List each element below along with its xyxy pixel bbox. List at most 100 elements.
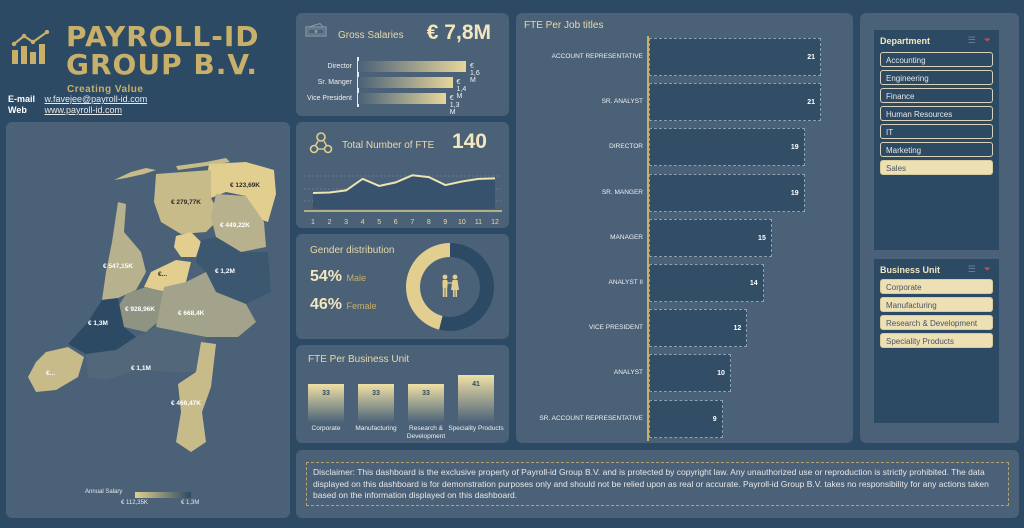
female-label: Female (346, 301, 377, 311)
business-unit-bar[interactable]: 41 (458, 375, 494, 423)
slicer-item[interactable]: Sales (880, 160, 993, 175)
department-slicer: Department ☰ ⏷ Accounting Engineering Finan… (874, 30, 999, 250)
male-label: Male (346, 273, 366, 283)
female-stat: 46% Female (310, 296, 377, 314)
map-label-zuid-holland: € 1,3M (88, 320, 108, 327)
slicer-item[interactable]: Manufacturing (880, 297, 993, 312)
web-label: Web (8, 105, 27, 115)
x-tick-label: 2 (328, 219, 332, 226)
business-unit-bar-value: 33 (372, 390, 380, 398)
email-link[interactable]: w.favejee@payroll-id.com (45, 94, 148, 104)
job-title-bar-value: 12 (733, 325, 742, 333)
map-label-noord-holland: € 547,15K (103, 263, 133, 270)
female-percentage: 46% (310, 296, 343, 313)
clear-filter-icon[interactable]: ⏷ (984, 264, 991, 274)
slicer-item[interactable]: Research & Development (880, 315, 993, 330)
total-fte-value: 140 (451, 130, 487, 153)
business-unit-bar[interactable]: 33 (408, 384, 444, 423)
job-title-label: SR. MANGER (601, 188, 643, 196)
job-title-bar[interactable]: 14 (649, 264, 764, 302)
job-title-bar[interactable]: 21 (649, 83, 821, 122)
business-unit-bar-value: 33 (322, 390, 330, 398)
business-unit-bar[interactable]: 33 (358, 384, 394, 423)
fte-business-unit-card: FTE Per Business Unit 33 Corporate 33 Manuf… (296, 345, 509, 443)
map-label-overijssel: € 1,2M (215, 268, 235, 275)
gross-salary-label: Sr. Manger (317, 79, 352, 86)
job-title-bar[interactable]: 10 (649, 354, 731, 393)
multi-select-icon[interactable]: ☰ (968, 264, 976, 274)
disclaimer-card: Disclaimer: This dashboard is the exclus… (296, 450, 1019, 518)
business-unit-bar-value: 41 (472, 381, 480, 388)
slicer-item[interactable]: Corporate (880, 279, 993, 294)
map-region-noord-holland (102, 202, 146, 300)
job-title-bar[interactable]: 12 (649, 309, 748, 348)
job-title-bar[interactable]: 21 (649, 38, 821, 76)
slicer-item[interactable]: Engineering (880, 70, 993, 85)
slicer-item[interactable]: Human Resources (880, 106, 993, 121)
slicer-item[interactable]: Finance (880, 88, 993, 103)
slicer-item[interactable]: IT (880, 124, 993, 139)
map-legend-max: € 1,3M (181, 500, 200, 506)
map-legend-gradient (135, 492, 191, 498)
gross-salary-label: Vice President (306, 95, 352, 102)
gross-salary-value: € 1,6 M (470, 63, 480, 84)
job-title-label: SR. ACCOUNT REPRESENTATIVE (539, 414, 643, 422)
map-region-zeeland (28, 347, 84, 392)
slicer-toolbar: ☰ ⏷ (968, 35, 991, 46)
gross-salary-value: € 1,3 M (449, 95, 460, 116)
x-tick-label: 3 (344, 219, 348, 226)
gross-salary-bar[interactable] (358, 61, 466, 72)
gross-salary-bar[interactable] (358, 77, 453, 88)
job-title-bar-value: 19 (790, 189, 799, 197)
company-logo: PAYROLL-ID GROUP B.V. Creating Value (8, 12, 293, 95)
map-label-groningen: € 123,69K (230, 182, 260, 189)
multi-select-icon[interactable]: ☰ (968, 35, 976, 45)
fte-trend-chart[interactable]: 1 2 3 4 5 6 7 8 9 10 11 12 (296, 166, 509, 228)
job-title-label: ACCOUNT REPRESENTATIVE (551, 53, 643, 60)
job-title-bar-value: 14 (749, 280, 758, 287)
chart-logo-icon (11, 30, 50, 64)
x-tick-label: 5 (377, 219, 381, 226)
job-title-bar[interactable]: 19 (649, 173, 805, 212)
job-title-bar[interactable]: 15 (649, 218, 772, 257)
total-fte-title: Total Number of FTE (342, 140, 435, 151)
job-title-label: MANAGER (610, 233, 643, 241)
gender-title: Gender distribution (310, 245, 395, 256)
web-link[interactable]: www.payroll-id.com (45, 105, 123, 115)
slicer-item[interactable]: Accounting (880, 52, 993, 67)
gross-salary-bar[interactable] (358, 93, 446, 104)
gross-salaries-value: € 7,8M (426, 21, 491, 44)
job-title-bar[interactable]: 19 (649, 128, 805, 167)
map-label-noord-brabant: € 1,1M (131, 365, 151, 372)
male-percentage: 54% (310, 268, 343, 285)
map-region-noordoostpolder (174, 232, 201, 257)
money-icon (305, 23, 327, 37)
slicer-item[interactable]: Speciality Products (880, 333, 993, 348)
salary-map-panel: € 123,69K € 279,77K € 449,22K € 547,15K … (6, 122, 290, 518)
team-icon (309, 132, 333, 154)
department-slicer-title: Department (880, 36, 931, 46)
gross-salary-label: Director (327, 63, 352, 70)
job-title-label: SR. ANALYST (601, 98, 643, 106)
x-tick-label: 10 (458, 219, 466, 226)
couple-icon (442, 274, 459, 297)
web-row: Web www.payroll-id.com (8, 105, 122, 115)
business-unit-chart-title: FTE Per Business Unit (308, 354, 410, 365)
job-title-label: DIRECTOR (609, 143, 643, 151)
x-tick-label: 1 (311, 219, 315, 226)
gross-salaries-title: Gross Salaries (338, 30, 404, 41)
clear-filter-icon[interactable]: ⏷ (984, 35, 991, 45)
x-tick-label: 9 (443, 219, 447, 226)
map-label-limburg: € 466,47K (171, 400, 201, 407)
business-unit-slicer: Business Unit ☰ ⏷ Corporate Manufacturing R… (874, 259, 999, 423)
job-title-bar[interactable]: 9 (649, 399, 723, 438)
x-tick-label: 11 (475, 219, 482, 226)
slicer-item[interactable]: Marketing (880, 142, 993, 157)
map-label-flevoland: €... (158, 271, 168, 278)
business-unit-bar[interactable]: 33 (308, 384, 344, 423)
job-title-label: ANALYST II (608, 279, 643, 286)
map-legend-title: Annual Salary (85, 489, 123, 495)
business-unit-bar-value: 33 (422, 390, 430, 398)
disclaimer-text: Disclaimer: This dashboard is the exclus… (306, 462, 1009, 506)
gross-salaries-card: Gross Salaries € 7,8M Director € 1,6 M S… (296, 13, 509, 116)
